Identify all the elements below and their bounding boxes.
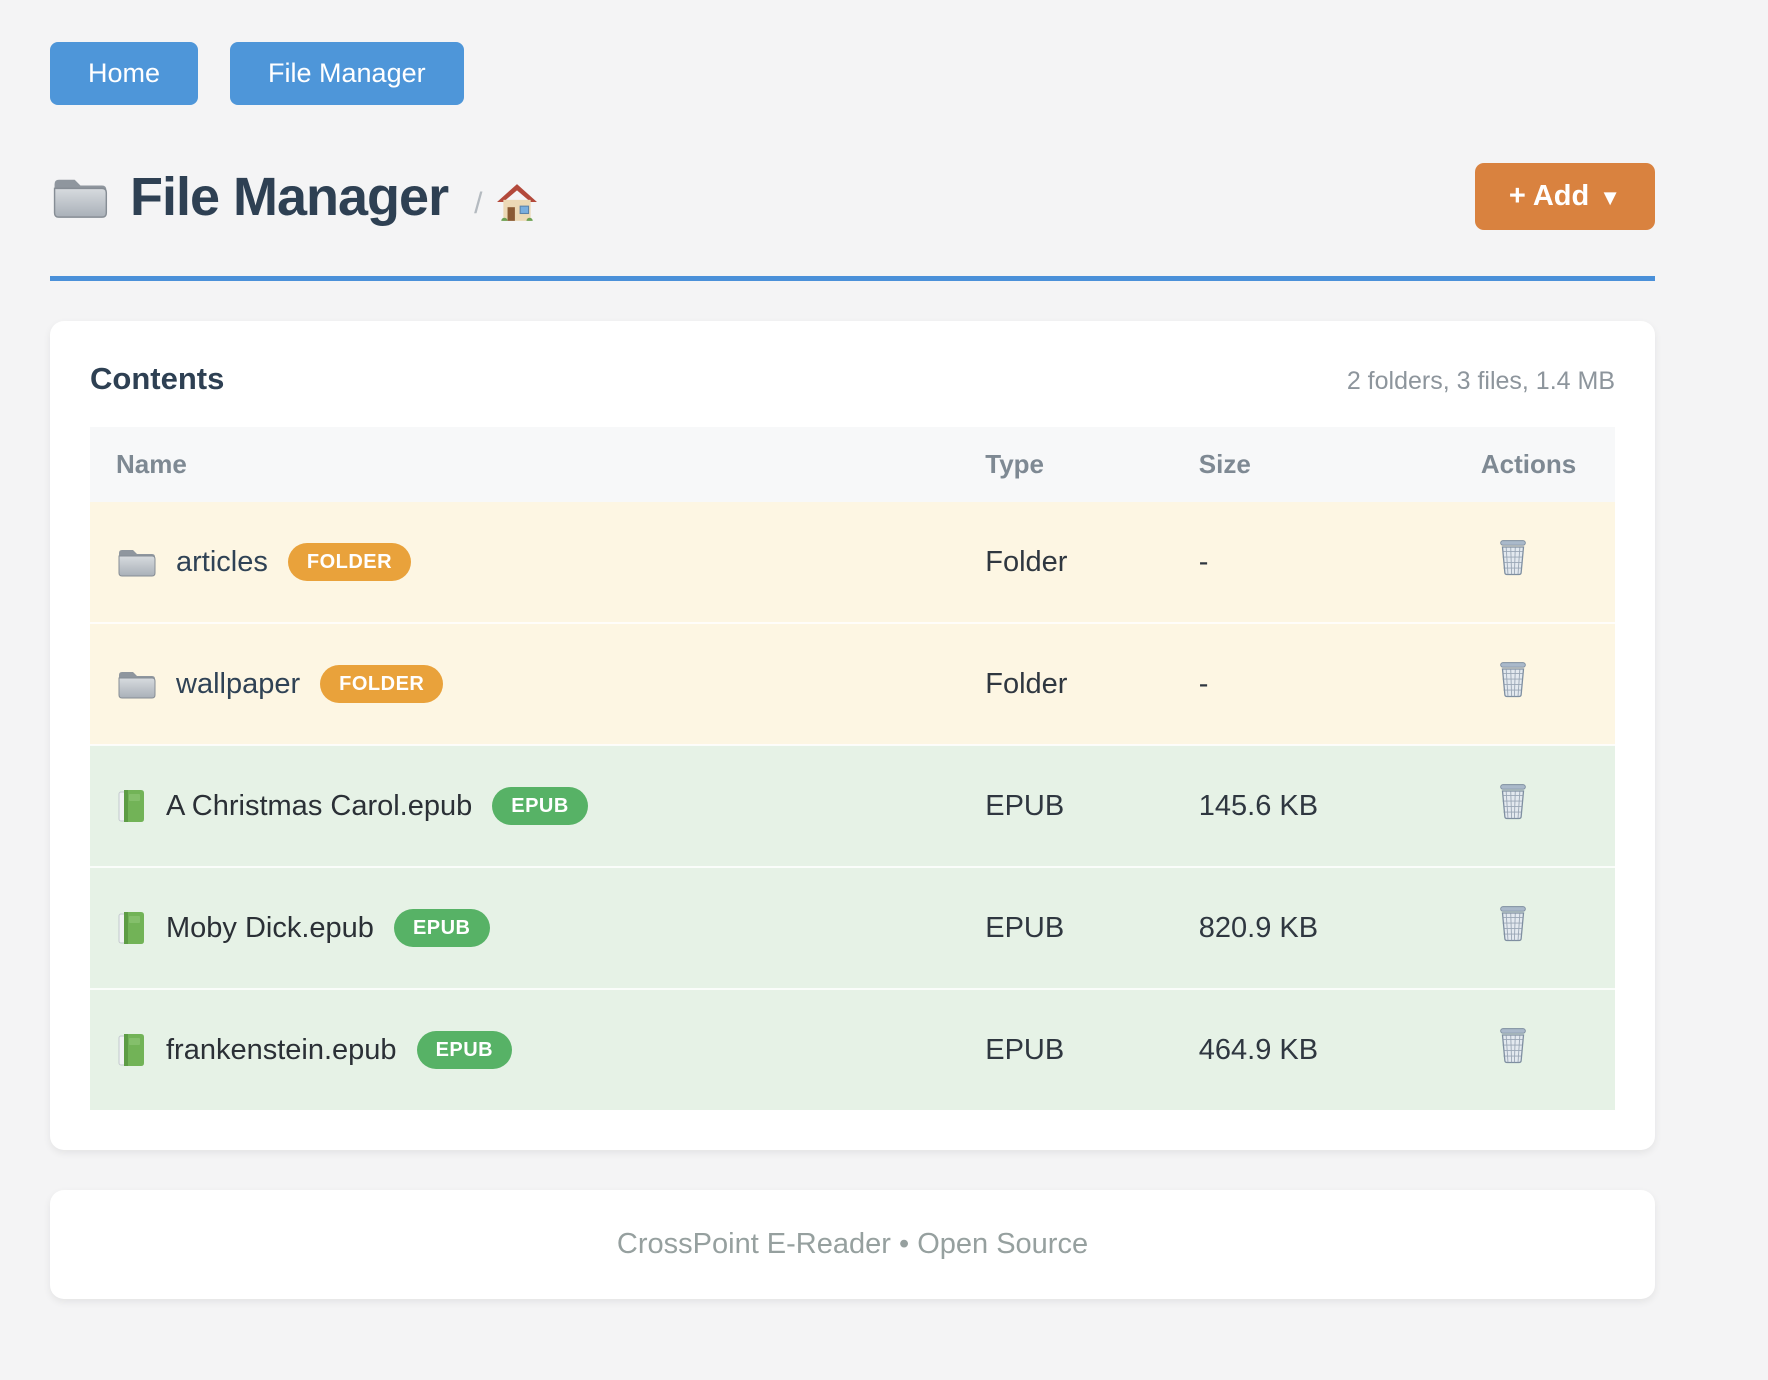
column-header-actions: Actions [1455, 427, 1615, 502]
green-book-icon [116, 789, 146, 824]
wastebasket-icon [1497, 782, 1529, 822]
type-badge: EPUB [492, 787, 588, 825]
add-button-label: + Add [1509, 180, 1589, 212]
nav-file-manager-button[interactable]: File Manager [230, 42, 464, 105]
file-size: - [1173, 623, 1455, 745]
delete-button[interactable] [1497, 1026, 1529, 1066]
file-type: EPUB [959, 867, 1173, 989]
breadcrumb-separator: / [474, 187, 482, 221]
file-size: 145.6 KB [1173, 745, 1455, 867]
title-rule [50, 276, 1655, 281]
file-name-link[interactable]: A Christmas Carol.epub [166, 790, 472, 823]
footer-card: CrossPoint E-Reader • Open Source [50, 1190, 1655, 1299]
file-size: - [1173, 502, 1455, 623]
page-title: File Manager [130, 166, 448, 228]
contents-heading: Contents [90, 361, 224, 397]
file-type: Folder [959, 623, 1173, 745]
type-badge: FOLDER [288, 543, 411, 581]
wastebasket-icon [1497, 904, 1529, 944]
contents-summary: 2 folders, 3 files, 1.4 MB [1347, 367, 1615, 396]
delete-button[interactable] [1497, 660, 1529, 700]
type-badge: FOLDER [320, 665, 443, 703]
contents-card: Contents 2 folders, 3 files, 1.4 MB Name… [50, 321, 1655, 1150]
table-row: Moby Dick.epub EPUB EPUB 820.9 KB [90, 867, 1615, 989]
delete-button[interactable] [1497, 904, 1529, 944]
green-book-icon [116, 911, 146, 946]
column-header-size: Size [1173, 427, 1455, 502]
type-badge: EPUB [394, 909, 490, 947]
table-body: articles FOLDER Folder - wallpaper FOLDE… [90, 502, 1615, 1110]
add-button[interactable]: + Add ▼ [1475, 163, 1655, 230]
house-icon [496, 183, 538, 223]
file-name-link[interactable]: articles [176, 546, 268, 579]
table-header-row: Name Type Size Actions [90, 427, 1615, 502]
page-header: File Manager / + Add ▼ [50, 163, 1655, 230]
file-name-link[interactable]: wallpaper [176, 668, 300, 701]
contents-card-header: Contents 2 folders, 3 files, 1.4 MB [90, 361, 1615, 397]
caret-down-icon: ▼ [1599, 185, 1621, 210]
title-group: File Manager / [50, 166, 538, 228]
table-row: frankenstein.epub EPUB EPUB 464.9 KB [90, 989, 1615, 1110]
file-size: 464.9 KB [1173, 989, 1455, 1110]
folder-icon [50, 174, 108, 220]
table-row: articles FOLDER Folder - [90, 502, 1615, 623]
green-book-icon [116, 1033, 146, 1068]
wastebasket-icon [1497, 538, 1529, 578]
folder-icon [116, 668, 156, 700]
breadcrumb-home-link[interactable] [496, 183, 538, 223]
type-badge: EPUB [417, 1031, 513, 1069]
file-table: Name Type Size Actions articles FOLDER F… [90, 427, 1615, 1110]
page-content: Home File Manager File Manager / + Add▼ … [50, 42, 1655, 1299]
table-row: wallpaper FOLDER Folder - [90, 623, 1615, 745]
table-row: A Christmas Carol.epub EPUB EPUB 145.6 K… [90, 745, 1615, 867]
column-header-type: Type [959, 427, 1173, 502]
delete-button[interactable] [1497, 782, 1529, 822]
folder-icon [116, 546, 156, 578]
file-type: EPUB [959, 989, 1173, 1110]
file-size: 820.9 KB [1173, 867, 1455, 989]
delete-button[interactable] [1497, 538, 1529, 578]
wastebasket-icon [1497, 1026, 1529, 1066]
column-header-name: Name [90, 427, 959, 502]
file-name-link[interactable]: frankenstein.epub [166, 1034, 397, 1067]
wastebasket-icon [1497, 660, 1529, 700]
file-type: EPUB [959, 745, 1173, 867]
top-nav: Home File Manager [50, 42, 1655, 105]
footer-text: CrossPoint E-Reader • Open Source [617, 1228, 1088, 1260]
nav-home-button[interactable]: Home [50, 42, 198, 105]
file-type: Folder [959, 502, 1173, 623]
file-name-link[interactable]: Moby Dick.epub [166, 912, 374, 945]
